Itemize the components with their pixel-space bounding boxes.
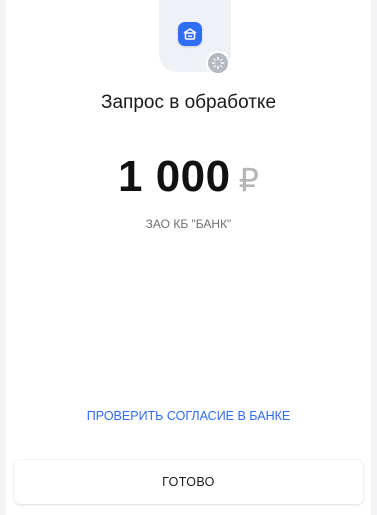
bank-name: ЗАО КБ "БАНК" [145,217,232,231]
status-icon-container [159,0,231,75]
amount-row: 1 000 ₽ [6,152,371,202]
loading-spinner-icon [206,51,230,75]
done-button[interactable]: ГОТОВО [14,460,363,504]
currency-symbol: ₽ [238,162,259,198]
payment-amount: 1 000 [118,152,231,201]
bank-building-icon [178,22,202,46]
payment-status-screen: Запрос в обработке 1 000 ₽ ЗАО КБ "БАНК" … [6,0,371,515]
check-consent-link[interactable]: ПРОВЕРИТЬ СОГЛАСИЕ В БАНКЕ [6,409,371,423]
status-title: Запрос в обработке [100,92,277,113]
